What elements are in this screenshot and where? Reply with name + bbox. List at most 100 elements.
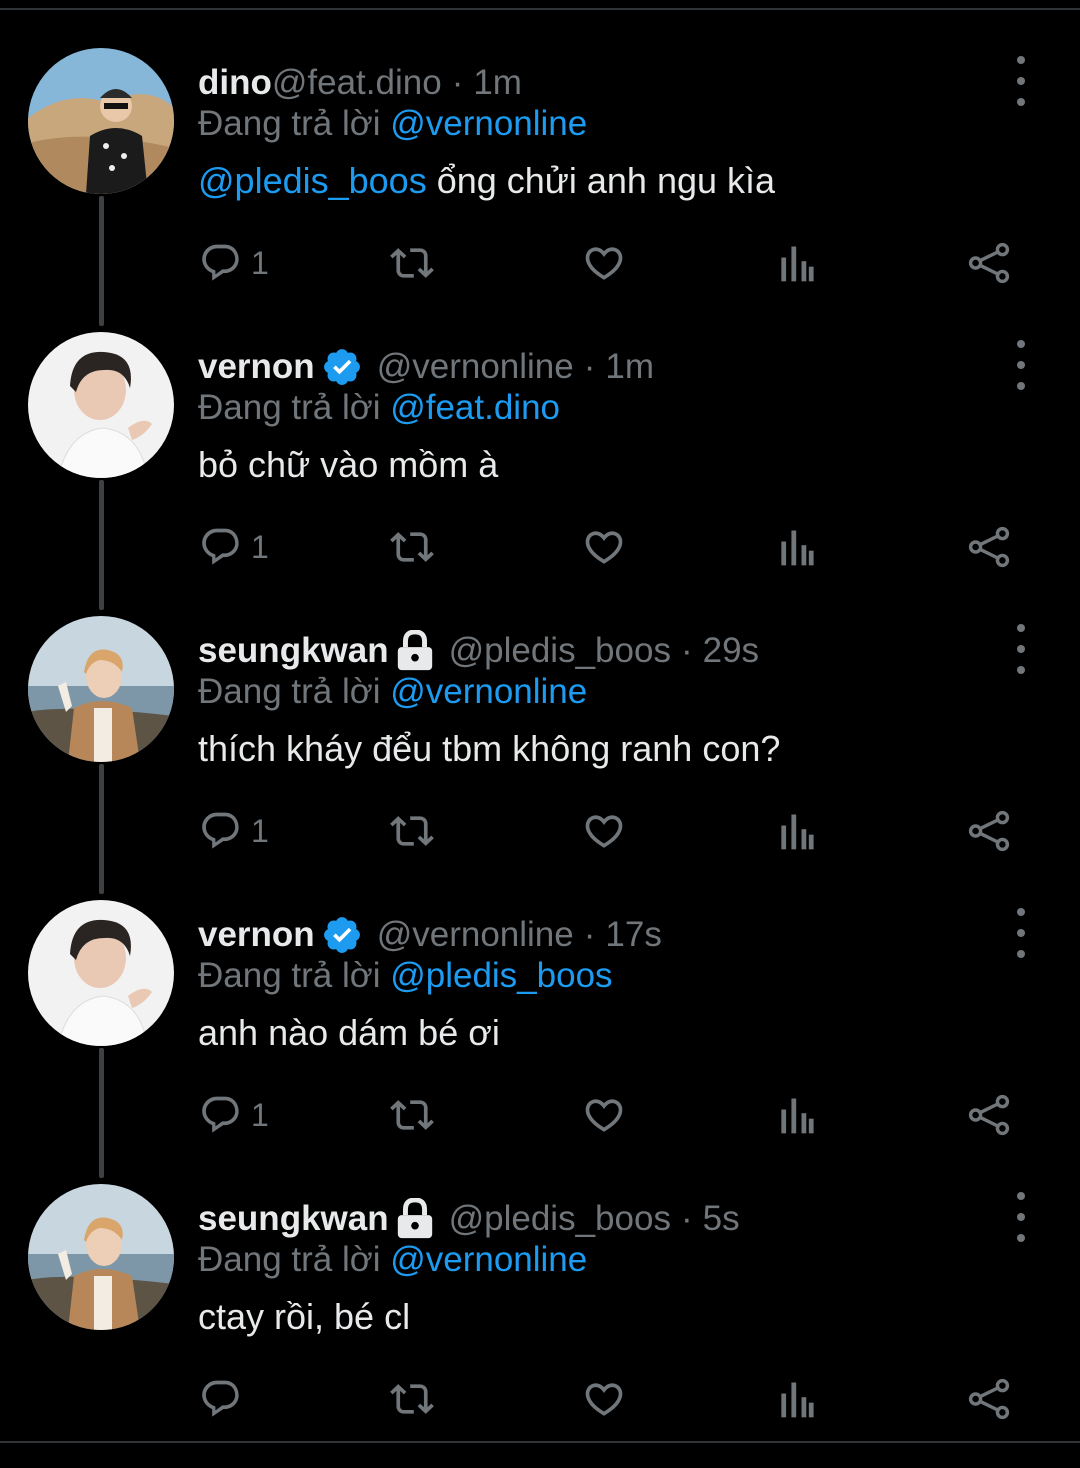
retweet-icon	[390, 532, 434, 562]
separator-dot: ·	[583, 347, 596, 386]
username[interactable]: @vernonline	[377, 915, 574, 955]
share-icon	[968, 810, 1010, 852]
action-bar: 1	[0, 522, 1080, 572]
avatar-seungkwan[interactable]	[28, 616, 174, 762]
text-mention[interactable]: @pledis_boos	[198, 160, 427, 201]
separator-dot: ·	[583, 915, 596, 954]
timestamp[interactable]: 29s	[703, 631, 759, 671]
tweet-header: seungkwan @pledis_boos · 29s	[198, 626, 759, 676]
like-button[interactable]	[582, 238, 626, 288]
tweet[interactable]: vernon @vernonline · 1m Đang trả lời @fe…	[0, 332, 1080, 616]
verified-icon	[323, 349, 360, 385]
avatar-vernon[interactable]	[28, 332, 174, 478]
more-vertical-icon[interactable]	[1004, 56, 1038, 106]
replying-to-mention[interactable]: @vernonline	[390, 1240, 587, 1279]
text-content: ổng chửi anh ngu kìa	[426, 160, 776, 201]
share-icon	[968, 1094, 1010, 1136]
tweet-header: vernon @vernonline · 17s	[198, 910, 662, 960]
reply-button[interactable]: 1	[199, 238, 269, 288]
avatar-dino[interactable]	[28, 48, 174, 194]
action-bar	[0, 1374, 1080, 1424]
heart-icon	[585, 1383, 623, 1416]
retweet-icon	[390, 1384, 434, 1414]
avatar-vernon[interactable]	[28, 900, 174, 1046]
replying-to-label: Đang trả lời	[198, 388, 381, 427]
timestamp[interactable]: 1m	[605, 347, 654, 387]
share-button[interactable]	[966, 1374, 1012, 1424]
share-button[interactable]	[966, 238, 1012, 288]
timestamp[interactable]: 1m	[473, 63, 522, 103]
views-button[interactable]	[776, 238, 816, 288]
like-button[interactable]	[582, 1374, 626, 1424]
reply-button[interactable]	[199, 1374, 251, 1424]
reply-count: 1	[251, 244, 269, 281]
like-button[interactable]	[582, 806, 626, 856]
lock-icon	[397, 630, 432, 671]
replying-to-mention[interactable]: @vernonline	[390, 672, 587, 711]
username[interactable]: @feat.dino	[272, 63, 442, 103]
text-content: ctay rồi, bé cl	[198, 1296, 411, 1337]
views-button[interactable]	[776, 806, 816, 856]
views-button[interactable]	[776, 1090, 816, 1140]
timestamp[interactable]: 5s	[703, 1199, 740, 1239]
reply-button[interactable]: 1	[199, 522, 269, 572]
retweet-button[interactable]	[388, 1374, 436, 1424]
username[interactable]: @pledis_boos	[449, 631, 671, 671]
retweet-button[interactable]	[388, 238, 436, 288]
share-button[interactable]	[966, 806, 1012, 856]
timestamp[interactable]: 17s	[605, 915, 661, 955]
like-button[interactable]	[582, 1090, 626, 1140]
replying-to-mention[interactable]: @vernonline	[390, 104, 587, 143]
replying-to: Đang trả lời @vernonline	[198, 672, 587, 712]
retweet-button[interactable]	[388, 522, 436, 572]
more-vertical-icon[interactable]	[1004, 1192, 1038, 1242]
username[interactable]: @pledis_boos	[449, 1199, 671, 1239]
separator-dot: ·	[680, 631, 693, 670]
tweet[interactable]: seungkwan @pledis_boos · 29s Đang trả lờ…	[0, 616, 1080, 900]
share-icon	[968, 242, 1010, 284]
reply-icon	[202, 528, 239, 565]
tweet-text: @pledis_boos ổng chửi anh ngu kìa	[198, 160, 775, 202]
lock-icon	[397, 1198, 432, 1239]
replying-to: Đang trả lời @pledis_boos	[198, 956, 613, 996]
share-button[interactable]	[966, 522, 1012, 572]
like-button[interactable]	[582, 522, 626, 572]
more-vertical-icon[interactable]	[1004, 624, 1038, 674]
reply-count: 1	[251, 528, 269, 565]
more-vertical-icon[interactable]	[1004, 340, 1038, 390]
action-bar: 1	[0, 1090, 1080, 1140]
heart-icon	[585, 531, 623, 564]
username[interactable]: @vernonline	[377, 347, 574, 387]
display-name[interactable]: dino	[198, 63, 272, 103]
reply-button[interactable]: 1	[199, 1090, 269, 1140]
retweet-icon	[390, 816, 434, 846]
bottom-divider	[0, 1441, 1080, 1443]
separator-dot: ·	[451, 63, 464, 102]
views-icon	[781, 1382, 814, 1418]
reply-button[interactable]: 1	[199, 806, 269, 856]
top-divider	[0, 8, 1080, 10]
tweet-text: thích kháy đểu tbm không ranh con?	[198, 728, 780, 770]
display-name[interactable]: seungkwan	[198, 631, 389, 671]
views-button[interactable]	[776, 1374, 816, 1424]
more-vertical-icon[interactable]	[1004, 908, 1038, 958]
lock-icon-badge	[395, 1198, 435, 1240]
tweet[interactable]: dino @feat.dino · 1m Đang trả lời @verno…	[0, 48, 1080, 332]
tweet[interactable]: vernon @vernonline · 17s Đang trả lời @p…	[0, 900, 1080, 1184]
display-name[interactable]: vernon	[198, 915, 315, 955]
views-icon	[781, 246, 814, 282]
share-button[interactable]	[966, 1090, 1012, 1140]
reply-count: 1	[251, 812, 269, 849]
display-name[interactable]: vernon	[198, 347, 315, 387]
retweet-button[interactable]	[388, 806, 436, 856]
reply-count: 1	[251, 1096, 269, 1133]
retweet-button[interactable]	[388, 1090, 436, 1140]
tweet-text: anh nào dám bé ơi	[198, 1012, 500, 1054]
replying-to-mention[interactable]: @pledis_boos	[390, 956, 612, 995]
views-icon	[781, 814, 814, 850]
display-name[interactable]: seungkwan	[198, 1199, 389, 1239]
views-button[interactable]	[776, 522, 816, 572]
avatar-seungkwan[interactable]	[28, 1184, 174, 1330]
tweet[interactable]: seungkwan @pledis_boos · 5s Đang trả lời…	[0, 1184, 1080, 1468]
replying-to-mention[interactable]: @feat.dino	[390, 388, 560, 427]
